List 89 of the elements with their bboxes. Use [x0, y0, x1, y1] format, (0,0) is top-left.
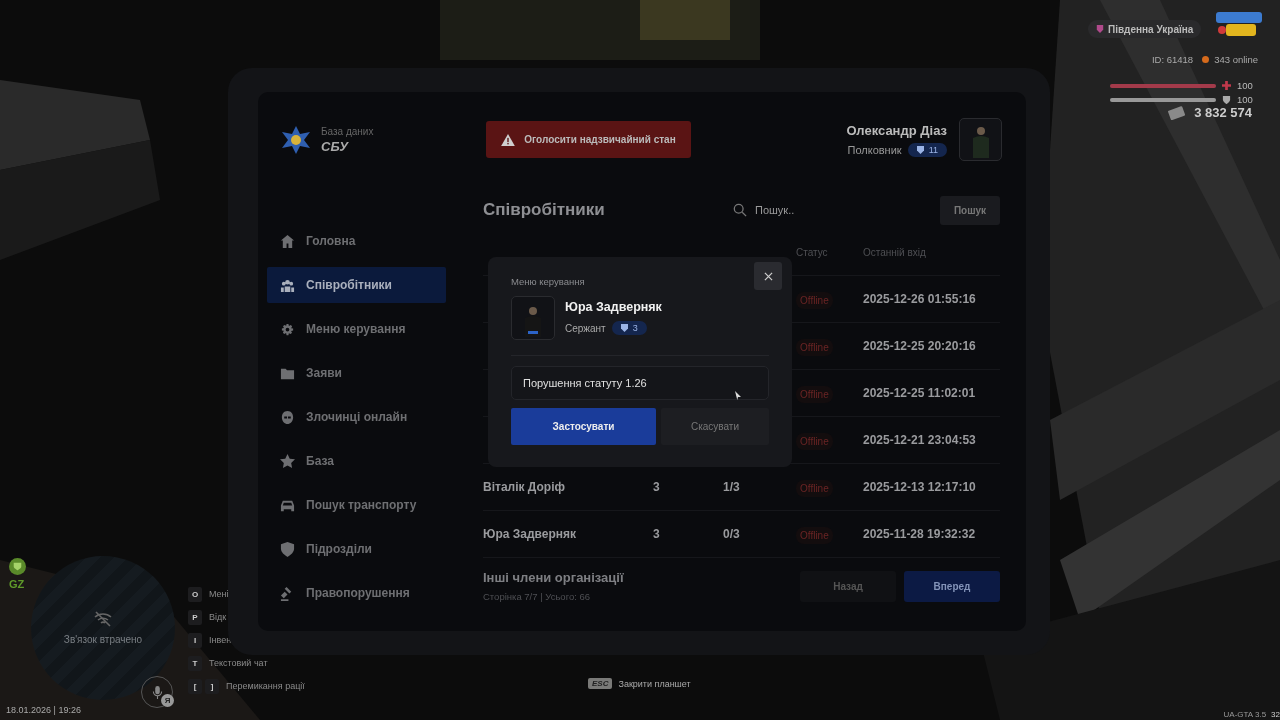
person-name: Юра Задверняк [565, 300, 662, 314]
app-title: СБУ [321, 138, 350, 154]
section-title: Інші члени організації [483, 570, 624, 585]
wifi-off-icon [93, 610, 113, 627]
key-hint-label: Перемикання рації [226, 681, 305, 691]
close-icon [763, 271, 773, 281]
table-cell-text: 2025-11-28 19:32:32 [863, 527, 977, 541]
emergency-button[interactable]: Оголосити надзвичайний стан [486, 121, 691, 158]
close-button[interactable] [754, 262, 782, 290]
shield-icon [1222, 95, 1231, 104]
back-button[interactable]: Назад [800, 570, 896, 602]
key-hint-label: Мені [209, 589, 229, 599]
page-title: Співробітники [483, 200, 606, 220]
money-amount: 3 832 574 [1194, 105, 1252, 120]
shield-icon [1096, 24, 1104, 34]
table-cell-text: 2025-12-21 23:04:53 [863, 433, 977, 447]
mask-icon [280, 409, 295, 425]
table-cell-text: 1/3 [723, 480, 741, 494]
users-icon [280, 277, 295, 293]
table-cell-text: 3 [653, 480, 661, 494]
status-badge: Offline [796, 385, 833, 403]
table-cell-text: Віталік Доріф [483, 480, 567, 494]
version-label: UA-GTA 3.5 [1223, 710, 1267, 719]
connection-lost-text: Зв'язок втрачено [62, 632, 144, 646]
date-time: 18.01.2026 | 19:26 [6, 705, 81, 715]
apply-button[interactable]: Застосувати [511, 408, 656, 445]
cash-icon [1168, 105, 1187, 120]
status-badge: Offline [796, 338, 833, 356]
player-id: ID: 61418 [1151, 54, 1194, 65]
shield-icon [280, 541, 295, 557]
table-cell-text: Юра Задверняк [483, 527, 577, 541]
user-rank: Полковник [847, 143, 902, 156]
app-subtitle: База даних [321, 125, 374, 137]
cursor-icon [735, 391, 741, 400]
emblem-icon [281, 124, 311, 155]
key-hint-label: Відк [209, 612, 227, 622]
key-cap: ESC [588, 678, 613, 689]
sidebar-item[interactable]: Заяви [267, 355, 446, 391]
dialog-title: Меню керування [511, 276, 586, 287]
cancel-button[interactable]: Скасувати [661, 408, 769, 445]
search-button[interactable]: Пошук [940, 195, 1000, 225]
plus-icon [1222, 81, 1231, 90]
key-hint-label: Текстовий чат [209, 658, 268, 668]
fps-counter: 32 [1271, 710, 1280, 719]
rank-badge: 3 [611, 321, 647, 335]
sidebar-item[interactable]: Підрозділи [267, 531, 446, 567]
next-button[interactable]: Вперед [904, 570, 1000, 602]
online-count: 343 online [1214, 54, 1258, 65]
sidebar-item[interactable]: Правопорушення [267, 575, 446, 611]
user-name: Олександр Діаз [846, 122, 947, 138]
table-cell-text: 2025-12-25 20:20:16 [863, 339, 977, 353]
table-cell-text: 3 [653, 527, 661, 541]
status-badge: Offline [796, 479, 833, 497]
zone-label: GZ [9, 578, 25, 590]
online-dot [1202, 56, 1210, 63]
sidebar-item[interactable]: Головна [267, 223, 446, 259]
status-badge: Offline [796, 291, 833, 309]
table-cell-text: 2025-12-13 12:17:10 [863, 480, 977, 494]
armor-value: 100 [1237, 94, 1253, 105]
column-header: Останній вхід [863, 247, 927, 258]
sidebar-item[interactable]: Злочинці онлайн [267, 399, 446, 435]
avatar [959, 118, 1002, 161]
sidebar-item[interactable]: Меню керування [267, 311, 446, 347]
shield-icon [9, 558, 26, 575]
server-name: Південна Україна [1108, 23, 1194, 35]
logo-icon [1214, 10, 1264, 38]
health-value: 100 [1237, 80, 1253, 91]
page-info: Сторінка 7/7 | Усього: 66 [483, 591, 592, 602]
sidebar-item[interactable]: Пошук транспорту [267, 487, 446, 523]
avatar [511, 296, 555, 340]
table-cell-text: 2025-12-26 01:55:16 [863, 292, 977, 306]
table-cell-text: 0/3 [723, 527, 741, 541]
reason-field[interactable]: Порушення статуту 1.26 [511, 366, 769, 400]
sidebar-item[interactable]: База [267, 443, 446, 479]
person-rank: Сержант [565, 322, 606, 334]
table-cell-text: 2025-12-25 11:02:01 [863, 386, 977, 400]
warning-icon [501, 133, 516, 146]
search-icon [733, 203, 747, 217]
status-badge: Offline [796, 526, 833, 544]
sidebar-item[interactable]: Співробітники [267, 267, 446, 303]
search-field[interactable]: Пошук.. [753, 203, 927, 217]
column-header: Статус [796, 247, 829, 258]
star-icon [280, 453, 295, 469]
home-icon [280, 233, 295, 249]
microphone-icon [151, 684, 163, 700]
gear-icon [280, 321, 295, 337]
close-tablet-hint: Закрити планшет [618, 678, 691, 689]
status-badge: Offline [796, 432, 833, 450]
rank-badge: 11 [907, 142, 947, 157]
